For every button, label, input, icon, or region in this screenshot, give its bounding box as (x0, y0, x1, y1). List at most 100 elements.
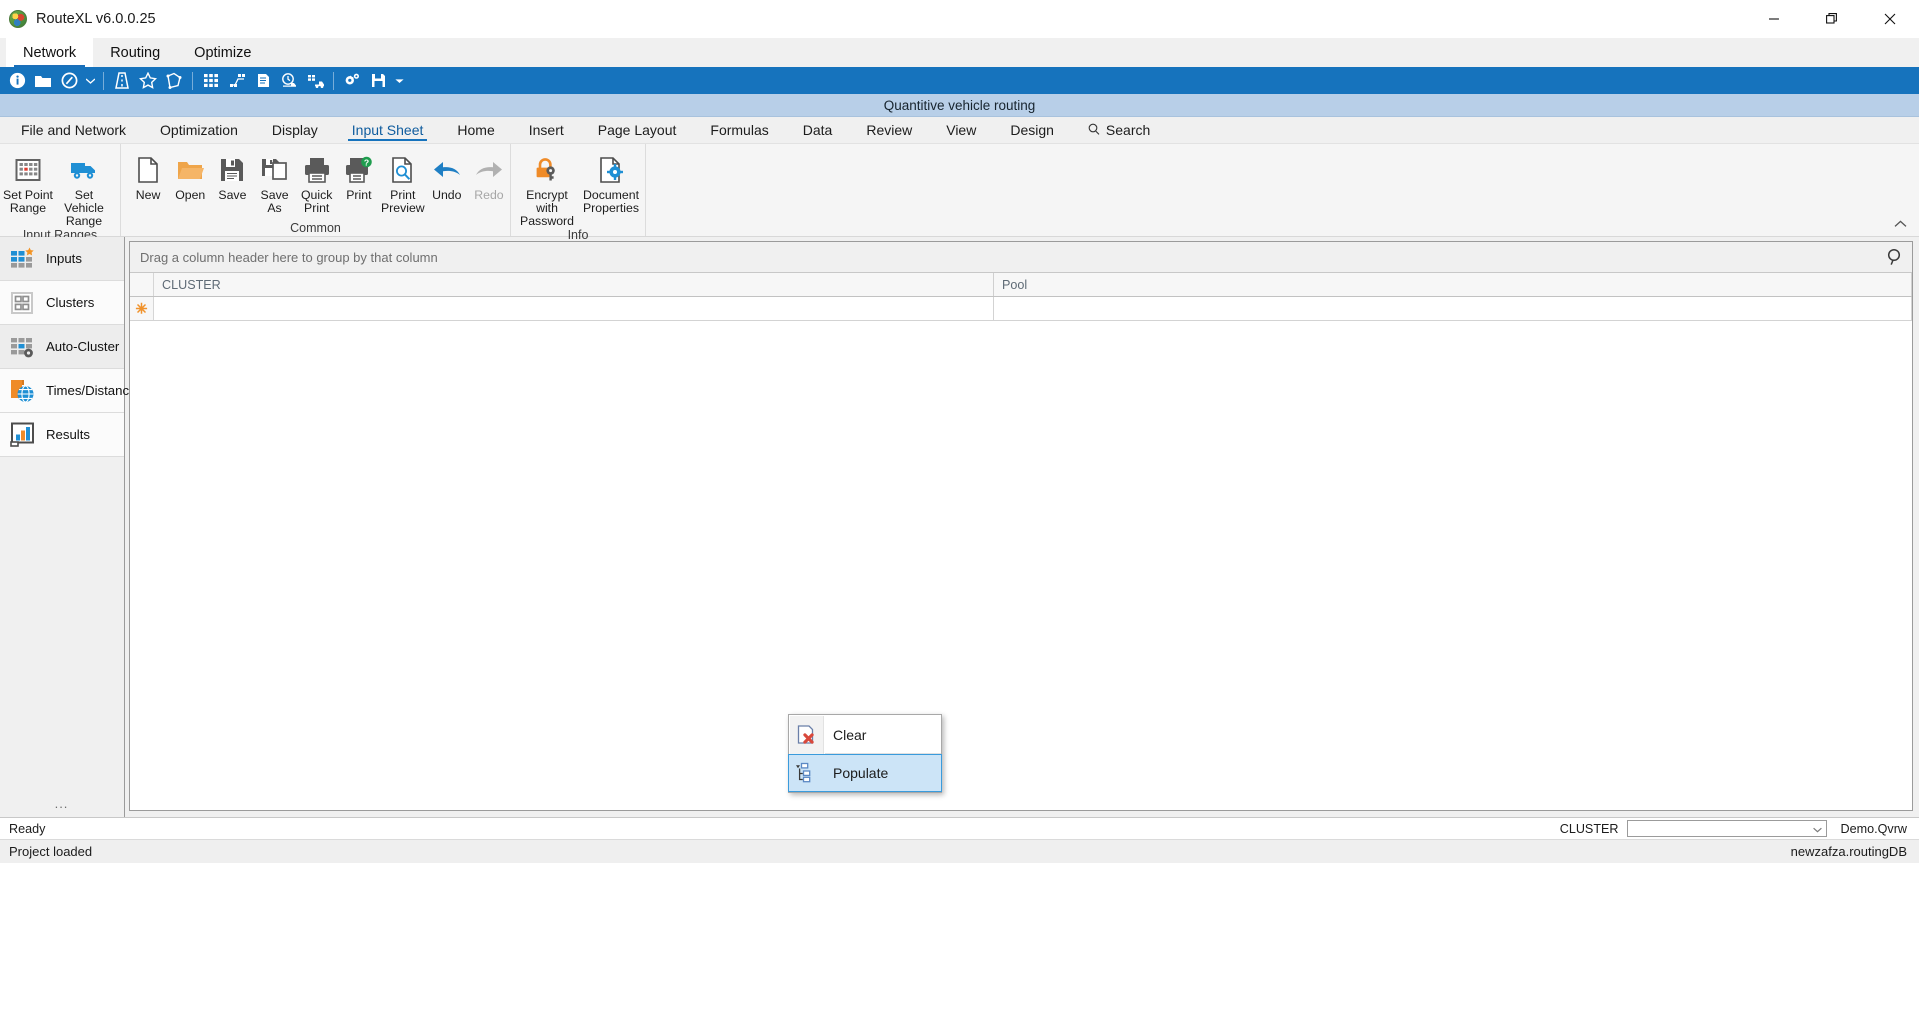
tab-label: Data (802, 122, 833, 138)
undo-button[interactable]: Undo (426, 151, 468, 202)
context-menu: Clear Populate (788, 714, 942, 793)
menu-item-optimize[interactable]: Optimize (177, 38, 268, 67)
tab-formulas[interactable]: Formulas (693, 117, 785, 143)
tab-home[interactable]: Home (440, 117, 511, 143)
table-row[interactable] (130, 297, 1912, 321)
routexl-logo-icon (9, 10, 27, 28)
save-as-button[interactable]: Save As (253, 151, 295, 215)
polygon-icon[interactable] (161, 68, 187, 93)
context-menu-item-clear[interactable]: Clear (789, 717, 941, 753)
undo-icon (432, 153, 462, 187)
redo-button[interactable]: Redo (468, 151, 510, 202)
set-point-range-button[interactable]: Set Point Range (0, 151, 56, 215)
tab-label: Optimization (160, 122, 238, 138)
save-as-icon (261, 153, 289, 187)
ribbon-button-label: Save As (260, 188, 289, 215)
sidebar-item-auto-cluster[interactable]: Auto-Cluster (0, 325, 124, 369)
encrypt-with-password-button[interactable]: Encrypt with Password (515, 151, 579, 228)
search-icon[interactable] (1886, 248, 1903, 269)
grid-empty-space (130, 321, 1912, 810)
sidebar-item-inputs[interactable]: Inputs (0, 237, 124, 281)
group-by-drop-area[interactable]: Drag a column header here to group by th… (130, 242, 1912, 273)
new-button[interactable]: New (127, 151, 169, 202)
menu-item-label: Optimize (194, 44, 252, 61)
tab-label: Display (271, 122, 318, 138)
ribbon-body: Set Point Range Set Vehicle Range Input … (0, 144, 1919, 242)
gears-icon[interactable] (339, 68, 365, 93)
cell-pool[interactable] (994, 297, 1912, 320)
column-header-pool[interactable]: Pool (994, 273, 1912, 296)
chevron-down-icon[interactable] (1812, 822, 1822, 836)
tab-label: File and Network (21, 122, 127, 138)
star-icon[interactable] (135, 68, 161, 93)
quick-print-button[interactable]: Quick Print (296, 151, 338, 215)
label-line1: Set Vehicle (64, 188, 104, 215)
menu-item-routing[interactable]: Routing (93, 38, 177, 67)
print-preview-button[interactable]: Print Preview (380, 151, 426, 215)
close-icon[interactable] (1861, 0, 1919, 38)
truck-fleet-icon[interactable] (302, 68, 328, 93)
column-header-cluster[interactable]: CLUSTER (154, 273, 994, 296)
open-button[interactable]: Open (169, 151, 211, 202)
tab-input-sheet[interactable]: Input Sheet (335, 117, 441, 143)
save-button[interactable]: Save (211, 151, 253, 202)
main-content-area: Inputs Clusters Auto-Cluster Times/Dista… (0, 237, 1919, 817)
sidebar-overflow-ellipsis[interactable]: ... (0, 796, 123, 811)
cell-cluster[interactable] (154, 297, 994, 320)
chevron-up-icon[interactable] (1891, 216, 1909, 232)
cluster-select[interactable] (1626, 820, 1827, 837)
tab-data[interactable]: Data (786, 117, 850, 143)
ribbon-button-label: Redo (474, 188, 504, 202)
network-nodes-icon[interactable] (224, 68, 250, 93)
column-header-label: Pool (1002, 277, 1028, 292)
tab-review[interactable]: Review (849, 117, 929, 143)
compass-icon[interactable] (56, 68, 82, 93)
tab-design[interactable]: Design (993, 117, 1071, 143)
info-icon[interactable] (4, 68, 30, 93)
ribbon-tab-strip: File and Network Optimization Display In… (0, 117, 1919, 144)
ribbon-search-button[interactable]: Search (1071, 117, 1167, 143)
new-file-icon (135, 153, 161, 187)
menu-item-network[interactable]: Network (6, 38, 94, 67)
matrix-grid-icon[interactable] (198, 68, 224, 93)
ribbon-group-label: Common (290, 220, 341, 235)
navigation-sidebar: Inputs Clusters Auto-Cluster Times/Dista… (0, 237, 143, 817)
save-disk-icon[interactable] (365, 68, 391, 93)
folder-icon[interactable] (30, 68, 56, 93)
context-menu-item-populate[interactable]: Populate (788, 754, 942, 792)
toolbar-caret-icon[interactable] (82, 68, 98, 93)
tab-view[interactable]: View (929, 117, 993, 143)
tab-file-and-network[interactable]: File and Network (4, 117, 143, 143)
document-properties-icon (598, 153, 624, 187)
document-icon[interactable] (250, 68, 276, 93)
minimize-icon[interactable] (1745, 0, 1803, 38)
tab-optimization[interactable]: Optimization (143, 117, 255, 143)
tab-display[interactable]: Display (255, 117, 335, 143)
tab-label: Review (866, 122, 913, 138)
times-distances-globe-icon (8, 376, 38, 406)
sidebar-item-results[interactable]: Results (0, 413, 124, 457)
label-line1: Quick (300, 188, 333, 202)
tab-label: Formulas (710, 122, 769, 138)
sidebar-item-clusters[interactable]: Clusters (0, 281, 124, 325)
truck-clock-icon[interactable] (276, 68, 302, 93)
overflow-caret-icon[interactable] (391, 68, 407, 93)
ribbon-button-label: Set Vehicle Range (57, 189, 111, 228)
document-properties-button[interactable]: Document Properties (579, 151, 643, 215)
set-vehicle-range-button[interactable]: Set Vehicle Range (56, 151, 112, 228)
ribbon-group-items: New Open Save Save As Quick Print ? Prin… (121, 144, 510, 219)
tab-page-layout[interactable]: Page Layout (581, 117, 694, 143)
footer-message: Project loaded (9, 844, 93, 859)
ribbon-group-info: Encrypt with Password Document Propertie… (510, 144, 645, 242)
save-icon (219, 153, 245, 187)
label-line2: Properties (582, 201, 640, 215)
clear-page-icon (789, 724, 823, 746)
restore-icon[interactable] (1803, 0, 1861, 38)
open-folder-icon (176, 153, 205, 187)
road-icon[interactable] (109, 68, 135, 93)
tab-insert[interactable]: Insert (512, 117, 581, 143)
print-button[interactable]: ? Print (338, 151, 380, 202)
sidebar-item-times-distances[interactable]: Times/Distances (0, 369, 143, 413)
label-line1: Document (582, 188, 640, 202)
results-chart-icon (8, 420, 38, 450)
